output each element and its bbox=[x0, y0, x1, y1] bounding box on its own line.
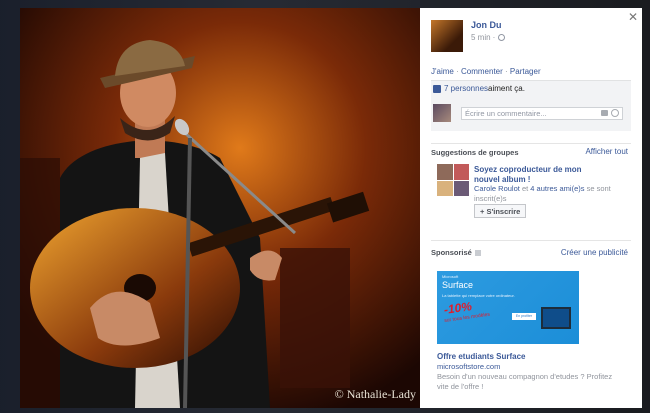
thumbs-up-icon bbox=[433, 84, 441, 93]
close-icon[interactable]: ✕ bbox=[628, 10, 638, 24]
post-time-text[interactable]: 5 min bbox=[471, 33, 491, 42]
ad-image[interactable]: Microsoft Surface La tablette qui rempla… bbox=[437, 271, 579, 344]
tablet-illustration bbox=[541, 307, 571, 329]
ad-title[interactable]: Offre etudiants Surface bbox=[437, 352, 525, 361]
see-all-groups-link[interactable]: Afficher tout bbox=[585, 147, 628, 156]
groups-heading: Suggestions de groupes bbox=[431, 148, 519, 157]
author-name[interactable]: Jon Du bbox=[471, 20, 505, 30]
group-thumbnail[interactable] bbox=[437, 164, 469, 196]
section-divider bbox=[431, 240, 631, 241]
ad-cta: En profiter bbox=[512, 313, 536, 320]
like-suffix: aiment ça. bbox=[488, 84, 525, 93]
ad-tagline: La tablette qui remplace votre ordinateu… bbox=[442, 293, 515, 298]
post-header: Jon Du 5 min · bbox=[431, 20, 506, 52]
group-members: Carole Roulot et 4 autres ami(e)s se son… bbox=[474, 184, 624, 204]
ad-description: Besoin d'un nouveau compagnon d'etudes ?… bbox=[437, 372, 613, 391]
comment-row: Écrire un commentaire... bbox=[433, 104, 623, 122]
time-separator: · bbox=[492, 33, 496, 42]
ad-product: Surface bbox=[442, 280, 474, 290]
sponsored-label: Sponsorisé bbox=[431, 248, 472, 257]
ad-brand: Microsoft bbox=[442, 274, 459, 279]
smiley-icon[interactable] bbox=[611, 108, 619, 117]
member-and: et bbox=[519, 184, 531, 193]
ad-domain[interactable]: microsoftstore.com bbox=[437, 362, 500, 371]
author-meta: Jon Du 5 min · bbox=[471, 20, 506, 52]
group-thumb-tile bbox=[453, 180, 469, 196]
like-action[interactable]: J'aime bbox=[431, 67, 454, 76]
camera-icon[interactable] bbox=[601, 109, 608, 116]
author-avatar[interactable] bbox=[431, 20, 463, 52]
like-count[interactable]: 7 personnes bbox=[444, 84, 488, 93]
like-summary: 7 personnes aiment ça. bbox=[433, 84, 525, 93]
viewer-avatar bbox=[433, 104, 451, 122]
post-timestamp: 5 min · bbox=[471, 33, 506, 42]
comment-input[interactable]: Écrire un commentaire... bbox=[461, 106, 623, 120]
sponsored-heading: Sponsorisé bbox=[431, 248, 481, 257]
photo-credit: © Nathalie-Lady bbox=[334, 387, 416, 401]
share-action[interactable]: Partager bbox=[510, 67, 541, 76]
member-name-link[interactable]: Carole Roulot bbox=[474, 184, 520, 193]
photo-viewer[interactable]: © Nathalie-Lady bbox=[20, 8, 420, 408]
group-thumb-tile bbox=[437, 164, 453, 180]
other-friends-link[interactable]: 4 autres ami(e)s bbox=[530, 184, 584, 193]
post-actions: J'aime · Commenter · Partager bbox=[431, 67, 541, 76]
group-thumb-tile bbox=[437, 180, 453, 196]
comment-placeholder: Écrire un commentaire... bbox=[465, 108, 547, 118]
group-title[interactable]: Soyez coproducteur de mon nouvel album ! bbox=[474, 165, 596, 185]
section-divider bbox=[431, 143, 631, 144]
sponsored-icon bbox=[474, 250, 481, 257]
create-ad-link[interactable]: Créer une publicité bbox=[561, 248, 628, 257]
like-comment-box: 7 personnes aiment ça. Écrire un comment… bbox=[431, 80, 631, 131]
concert-photo bbox=[20, 8, 420, 408]
join-group-button[interactable]: + S'inscrire bbox=[474, 204, 527, 218]
group-thumb-tile bbox=[453, 164, 469, 180]
comment-action[interactable]: Commenter bbox=[461, 67, 503, 76]
photo-side-panel: ✕ Jon Du 5 min · J'aime · Commenter · Pa… bbox=[420, 8, 642, 408]
globe-icon[interactable] bbox=[498, 34, 506, 41]
